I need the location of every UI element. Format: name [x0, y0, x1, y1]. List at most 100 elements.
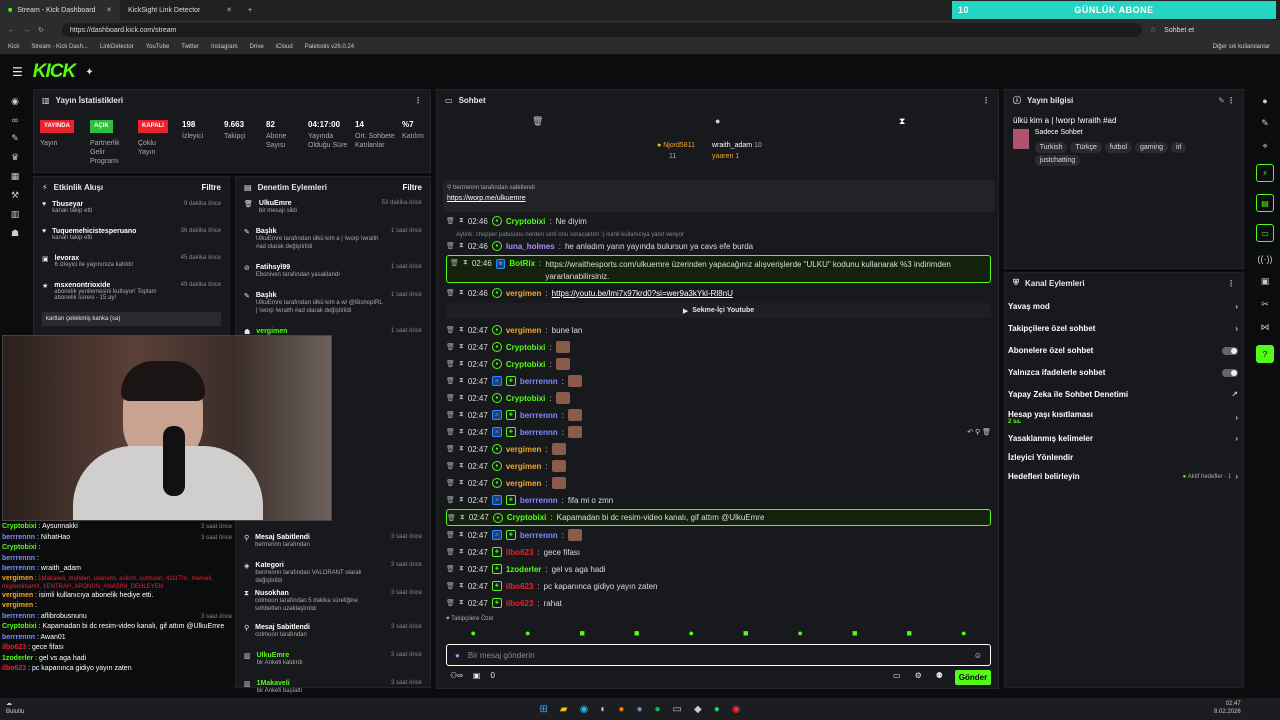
delete-icon[interactable]: 🗑 [446, 582, 455, 590]
top-user[interactable]: wraith_adam [712, 142, 752, 149]
clock[interactable]: 02:47 8.02.2026 [1214, 700, 1241, 716]
timeout-icon[interactable]: ⧗ [459, 394, 464, 402]
tool-icon[interactable]: ✂ [1261, 299, 1269, 310]
bookmark[interactable]: LinkDetector [100, 44, 134, 50]
user-icon[interactable]: ☗ [11, 228, 19, 239]
mod-title[interactable]: Fatihsyl99 [256, 264, 340, 271]
msg-user[interactable]: 1zoderler [506, 565, 542, 574]
steam-icon[interactable]: ◐ [600, 704, 606, 715]
target-icon[interactable]: ⌖ [1262, 141, 1267, 152]
back-icon[interactable]: ← [8, 27, 15, 34]
timeout-icon[interactable]: ⧗ [459, 377, 464, 385]
mod-title[interactable]: Başlık [256, 292, 385, 299]
msg-user[interactable]: vergimen [506, 326, 542, 335]
timeout-icon[interactable]: ⧗ [459, 411, 464, 419]
hourglass-tab-icon[interactable]: ⧗ [899, 116, 905, 127]
other-bookmarks[interactable]: Diğer sık kullanılanlar [1213, 44, 1270, 50]
forward-icon[interactable]: → [23, 27, 30, 34]
mic-icon[interactable]: ● [455, 651, 460, 660]
url-input[interactable]: https://dashboard.kick.com/stream [61, 23, 1142, 37]
timeout-icon[interactable]: ⧗ [459, 289, 464, 297]
msg-user[interactable]: Cryptobixi [507, 513, 547, 522]
msg-user[interactable]: ilbo623 [506, 548, 534, 557]
broadcast-icon[interactable]: ((·)) [1258, 254, 1273, 264]
app-icon[interactable]: ◆ [694, 704, 702, 715]
emote-icon[interactable]: ■ [634, 628, 639, 640]
filter-button[interactable]: Filtre [402, 183, 422, 192]
mod-title[interactable]: UlkuEmre [257, 652, 303, 659]
wrench-icon[interactable]: ⚒ [11, 190, 19, 201]
mod-title[interactable]: Başlık [256, 228, 385, 235]
timeout-icon[interactable]: ⧗ [459, 242, 464, 250]
mod-title[interactable]: Mesaj Sabitlendi [255, 534, 310, 541]
pencil-icon[interactable]: ✎ [1261, 118, 1269, 129]
emote-icon[interactable]: ■ [907, 628, 912, 640]
timeout-icon[interactable]: ⧗ [459, 217, 464, 225]
emote-icon[interactable]: ● [961, 628, 966, 640]
msg-user[interactable]: Cryptobixi [506, 394, 546, 403]
gallery-icon[interactable]: ▣ [1261, 276, 1270, 287]
timeout-icon[interactable]: ⧗ [459, 582, 464, 590]
emote-only-toggle[interactable] [1222, 368, 1238, 377]
edit-icon[interactable]: ✎ [11, 133, 19, 144]
emote-icon[interactable]: ● [689, 628, 694, 640]
edge-icon[interactable]: ◉ [580, 704, 589, 715]
timeout-icon[interactable]: ⧗ [460, 514, 465, 522]
mod-title[interactable]: vergimen [256, 328, 287, 335]
timeout-icon[interactable]: ⧗ [459, 326, 464, 334]
msg-user[interactable]: berrrennn [520, 428, 558, 437]
discord-icon[interactable]: ● [636, 704, 642, 715]
info-icon[interactable]: ● [1262, 96, 1267, 106]
delete-icon[interactable]: 🗑 [446, 479, 455, 487]
timeout-icon[interactable]: ⧗ [459, 479, 464, 487]
delete-icon[interactable]: 🗑 [446, 411, 455, 419]
timeout-icon[interactable]: ⧗ [459, 565, 464, 573]
msg-user[interactable]: vergimen [506, 289, 542, 298]
msg-user[interactable]: Cryptobixi [506, 217, 546, 226]
share-icon[interactable]: ⋈ [1261, 322, 1270, 333]
mod-title[interactable]: Nusokhan [255, 590, 385, 597]
timeout-icon[interactable]: ⧗ [459, 599, 464, 607]
kick-logo[interactable]: KICK [33, 61, 76, 83]
chrome-icon[interactable]: ◉ [732, 704, 741, 715]
msg-user[interactable]: BotRix [509, 259, 535, 268]
timeout-icon[interactable]: ⧗ [459, 462, 464, 470]
activity-user[interactable]: msxenontrioxide [54, 282, 174, 289]
mod-title[interactable]: 1Makaveli [257, 680, 303, 687]
help-button[interactable]: ? [1256, 345, 1274, 363]
msg-user[interactable]: berrrennn [520, 496, 558, 505]
bookmark[interactable]: Paletools v26.0.24 [305, 44, 354, 50]
youtube-embed-button[interactable]: ▶ Sekme-İçi Youtube [446, 303, 991, 318]
delete-icon[interactable]: 🗑 [446, 496, 455, 504]
activity-user[interactable]: levorax [55, 255, 134, 262]
explorer-icon[interactable]: ▰ [560, 704, 568, 715]
delete-icon[interactable]: 🗑 [446, 326, 455, 334]
filter-button[interactable]: Filtre [201, 183, 221, 192]
firefox-icon[interactable]: ● [618, 704, 624, 715]
timeout-icon[interactable]: ⧗ [459, 343, 464, 351]
bolt-button[interactable]: ⚡ [1256, 164, 1274, 182]
msg-user[interactable]: vergimen [506, 445, 542, 454]
emoji-icon[interactable]: ☺ [974, 651, 982, 660]
bookmark[interactable]: Instagram [211, 44, 238, 50]
tab-linkdetector[interactable]: KickSight Link Detector ✕ [120, 0, 240, 20]
delete-icon[interactable]: 🗑 [446, 289, 455, 297]
bookmark[interactable]: YouTube [146, 44, 170, 50]
delete-icon[interactable]: 🗑 [446, 565, 455, 573]
timeout-icon[interactable]: ⧗ [459, 445, 464, 453]
whatsapp-icon[interactable]: ● [714, 704, 720, 715]
msg-user[interactable]: berrrennn [520, 531, 558, 540]
timeout-icon[interactable]: ⧗ [459, 360, 464, 368]
bookmark[interactable]: Twitter [181, 44, 199, 50]
msg-link[interactable]: https://youtu.be/lmi7x97krd0?si=wer9a3kY… [552, 289, 733, 298]
delete-icon[interactable]: 🗑 [446, 548, 455, 556]
gear-icon[interactable]: ⚙ [915, 671, 922, 680]
delete-icon[interactable]: 🗑 [447, 514, 456, 522]
top-user[interactable]: Njord5811 [663, 142, 695, 149]
users-icon[interactable]: ⚇∞ [450, 671, 463, 680]
delete-icon[interactable]: 🗑 [450, 259, 459, 267]
msg-user[interactable]: ilbo623 [506, 582, 534, 591]
windows-start-icon[interactable]: ⊞ [540, 704, 548, 715]
gift-icon[interactable]: ▣ [473, 671, 481, 680]
close-icon[interactable]: ✕ [106, 6, 112, 14]
